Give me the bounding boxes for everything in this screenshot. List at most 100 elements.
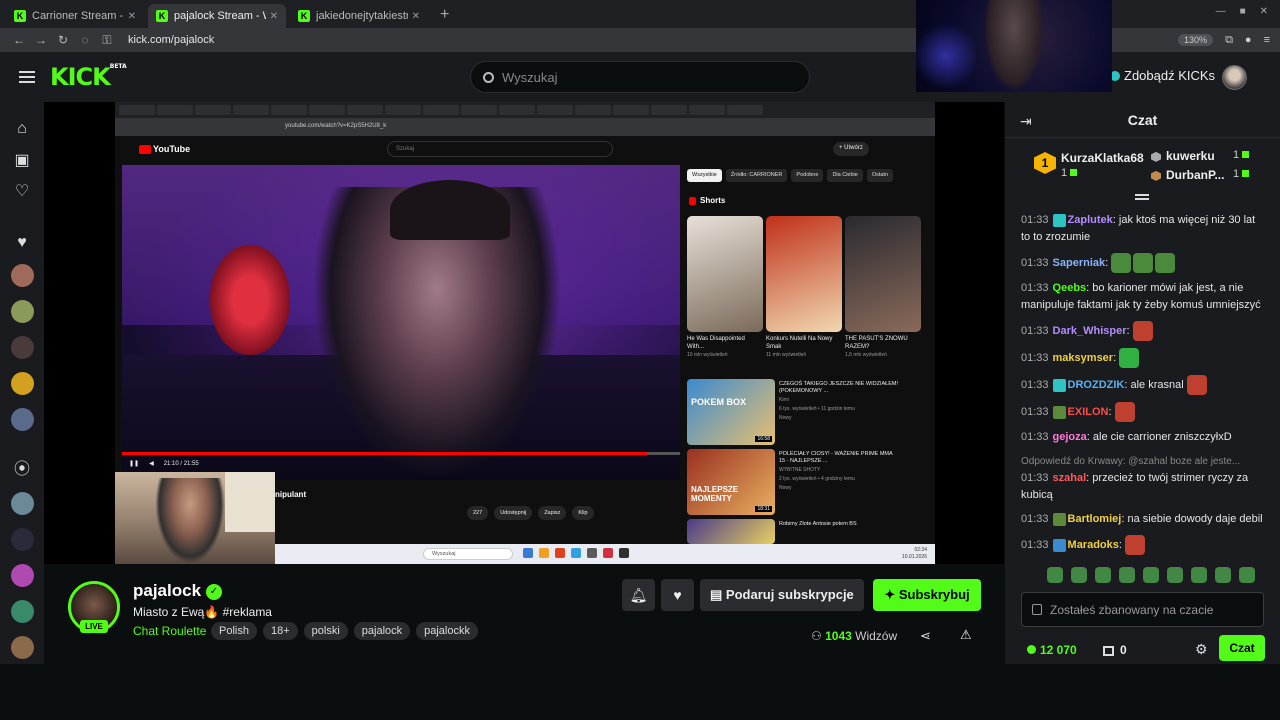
channel-avatar[interactable] bbox=[11, 408, 34, 431]
tag[interactable]: pajalock bbox=[353, 622, 411, 640]
chip: Wszystkie bbox=[687, 169, 722, 182]
gear-icon[interactable]: ⚙ bbox=[1195, 641, 1208, 658]
close-window-icon[interactable]: ✕ bbox=[1260, 6, 1268, 17]
channel-avatar[interactable] bbox=[11, 336, 34, 359]
extensions-icon[interactable]: ⧉ bbox=[1225, 34, 1233, 47]
share-action: Udostępnij bbox=[494, 506, 533, 520]
emote-icon[interactable] bbox=[1119, 567, 1135, 583]
lock-icon[interactable]: ⚿ bbox=[96, 33, 118, 48]
chat-message: 01:33 Dark_Whisper: bbox=[1021, 321, 1265, 341]
browser-tab-active[interactable]: Kpajalock Stream - W ✕ bbox=[148, 4, 286, 28]
volume-icon: ◀ bbox=[149, 461, 154, 467]
emote-icon[interactable] bbox=[1047, 567, 1063, 583]
rec-thumbnail bbox=[687, 519, 775, 544]
youtube-actions: 227 Udostępnij Zapisz Klip bbox=[467, 506, 594, 520]
shield-icon[interactable]: ◌ bbox=[74, 33, 96, 47]
minimize-icon[interactable]: ― bbox=[1216, 6, 1226, 17]
chat-username[interactable]: Qeebs bbox=[1053, 282, 1087, 294]
browser-tab[interactable]: Kjakiedonejtytakiestrimy ✕ bbox=[290, 4, 428, 28]
chat-username[interactable]: Bartlomiej bbox=[1068, 513, 1122, 525]
reload-icon[interactable]: ↻ bbox=[52, 33, 74, 47]
channel-avatar[interactable] bbox=[11, 300, 34, 323]
gift-subs-button[interactable]: ▤ Podaruj subskrypcje bbox=[700, 579, 864, 611]
user-avatar[interactable] bbox=[1222, 65, 1247, 90]
chat-username[interactable]: maksymser bbox=[1053, 352, 1114, 364]
chat-send-button[interactable]: Czat bbox=[1219, 635, 1265, 661]
leader-name[interactable]: kuwerku bbox=[1151, 149, 1215, 163]
tag[interactable]: 18+ bbox=[262, 622, 298, 640]
emote-icon[interactable] bbox=[1191, 567, 1207, 583]
channel-avatar[interactable] bbox=[11, 492, 34, 515]
short-thumbnail bbox=[766, 216, 842, 332]
emote-icon[interactable] bbox=[1095, 567, 1111, 583]
url-field[interactable]: kick.com/pajalock bbox=[128, 34, 214, 46]
streamer-name[interactable]: pajalock bbox=[133, 581, 201, 601]
message-time: 01:33 bbox=[1021, 431, 1049, 443]
extension-icon[interactable]: ● bbox=[1245, 34, 1252, 46]
home-icon[interactable]: ⌂ bbox=[12, 119, 32, 139]
heart-filled-icon[interactable]: ♥ bbox=[12, 233, 32, 253]
leaderboard-toggle-icon[interactable] bbox=[1135, 194, 1149, 204]
viewer-count: ⚇ 1043 Widzów bbox=[811, 629, 898, 643]
back-icon[interactable]: ← bbox=[8, 33, 30, 47]
heart-icon[interactable]: ♡ bbox=[12, 182, 32, 202]
leader-name[interactable]: DurbanP... bbox=[1151, 168, 1224, 182]
leader-name[interactable]: KurzaKlatka68 bbox=[1061, 151, 1144, 165]
chat-input[interactable]: Zostałeś zbanowany na czacie bbox=[1021, 592, 1264, 627]
chat-username[interactable]: EXILON bbox=[1068, 406, 1109, 418]
emote-icon[interactable] bbox=[1071, 567, 1087, 583]
tab-label: pajalock Stream - W bbox=[174, 10, 266, 22]
channel-avatar[interactable] bbox=[11, 564, 34, 587]
subscribe-button[interactable]: ✦ Subskrybuj bbox=[873, 579, 981, 611]
bell-icon[interactable]: 🔔︎ bbox=[622, 579, 655, 611]
chat-username[interactable]: Saperniak bbox=[1053, 257, 1106, 269]
browser-tab[interactable]: K Carrioner Stream - W ✕ bbox=[6, 4, 144, 28]
zoom-indicator[interactable]: 130% bbox=[1178, 34, 1214, 46]
gift-counter[interactable]: 0 bbox=[1103, 643, 1127, 657]
chat-username[interactable]: szahal bbox=[1053, 472, 1087, 484]
channel-avatar[interactable] bbox=[11, 264, 34, 287]
broadcast-icon[interactable]: ⦿ bbox=[12, 460, 32, 480]
chat-username[interactable]: gejoza bbox=[1053, 431, 1087, 443]
close-icon[interactable]: ✕ bbox=[128, 11, 136, 22]
kick-favicon-icon: K bbox=[156, 10, 168, 22]
channel-avatar[interactable] bbox=[11, 528, 34, 551]
report-icon[interactable]: ⚠ bbox=[960, 627, 972, 643]
tag[interactable]: pajalockk bbox=[416, 622, 478, 640]
following-icon[interactable]: ▣ bbox=[12, 151, 32, 171]
message-text: ale krasnal bbox=[1130, 378, 1184, 391]
reply-reference[interactable]: Odpowiedź do Krwawy: @szahal boze ale je… bbox=[1021, 453, 1265, 470]
rec-info: Robimy Złote Antosie potem BS bbox=[779, 521, 857, 527]
tag[interactable]: Polish bbox=[211, 622, 257, 640]
new-tab-button[interactable]: + bbox=[432, 6, 457, 28]
close-icon[interactable]: ✕ bbox=[412, 11, 420, 22]
emote-icon[interactable] bbox=[1143, 567, 1159, 583]
emote-icon[interactable] bbox=[1215, 567, 1231, 583]
emote-icon[interactable] bbox=[1167, 567, 1183, 583]
get-kicks-button[interactable]: Zdobądź KICKs bbox=[1110, 68, 1215, 83]
chat-username[interactable]: Zaplutek bbox=[1068, 214, 1113, 226]
video-player[interactable]: youtube.com/watch?v=K2pS5H2U8_k YouTube … bbox=[44, 102, 1004, 564]
menu-icon[interactable]: ≡ bbox=[1264, 34, 1270, 46]
chat-username[interactable]: DROZDZIK bbox=[1068, 379, 1125, 391]
stream-category[interactable]: Chat Roulette bbox=[133, 624, 206, 638]
message-time: 01:33 bbox=[1021, 538, 1049, 551]
search-input[interactable]: Wyszukaj bbox=[470, 61, 810, 93]
share-icon[interactable]: ⋖ bbox=[920, 628, 931, 644]
chat-username[interactable]: Dark_Whisper bbox=[1053, 325, 1127, 337]
shared-browser-tabs bbox=[115, 102, 935, 118]
channel-avatar[interactable] bbox=[11, 600, 34, 623]
hamburger-menu-icon[interactable] bbox=[19, 68, 35, 86]
maximize-icon[interactable]: ■ bbox=[1240, 6, 1246, 17]
channel-points[interactable]: 12 070 bbox=[1027, 643, 1077, 657]
kick-logo[interactable]: KICKBETA bbox=[50, 63, 127, 91]
tag[interactable]: polski bbox=[303, 622, 348, 640]
channel-avatar[interactable] bbox=[11, 636, 34, 659]
channel-avatar[interactable] bbox=[11, 372, 34, 395]
forward-icon[interactable]: → bbox=[30, 33, 52, 47]
chat-username[interactable]: Maradoks bbox=[1068, 539, 1119, 551]
close-icon[interactable]: ✕ bbox=[270, 11, 278, 22]
youtube-video-title: nipulant bbox=[275, 490, 307, 499]
emote-icon[interactable] bbox=[1239, 567, 1255, 583]
follow-heart-icon[interactable]: ♥ bbox=[661, 579, 694, 611]
